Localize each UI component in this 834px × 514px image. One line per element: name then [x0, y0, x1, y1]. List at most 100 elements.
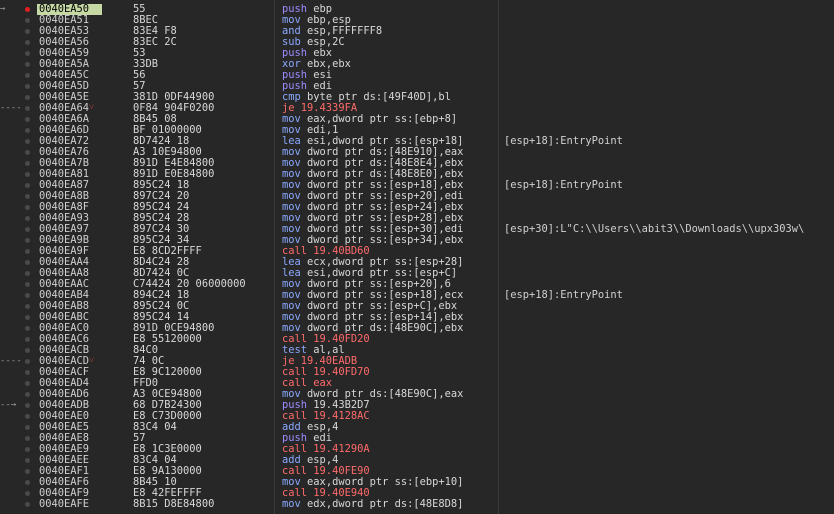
gutter[interactable] [0, 48, 36, 59]
disasm-row[interactable]: 0040EAE9 E8 1C3E0000 call 19.41290A [0, 444, 834, 455]
gutter[interactable] [0, 411, 36, 422]
breakpoint-dot-icon[interactable] [25, 117, 30, 122]
breakpoint-dot-icon[interactable] [25, 18, 30, 23]
gutter[interactable] [0, 92, 36, 103]
gutter[interactable] [0, 81, 36, 92]
breakpoint-dot-icon[interactable] [25, 425, 30, 430]
disasm-row[interactable]: 0040EAE5 83C4 04 add esp,4 [0, 422, 834, 433]
gutter[interactable] [0, 136, 36, 147]
gutter[interactable] [0, 422, 36, 433]
gutter[interactable] [0, 125, 36, 136]
gutter[interactable] [0, 213, 36, 224]
gutter[interactable] [0, 15, 36, 26]
gutter[interactable] [0, 26, 36, 37]
breakpoint-dot-icon[interactable] [25, 150, 30, 155]
disasm-row[interactable]: 0040EA56 83EC 2C sub esp,2C [0, 37, 834, 48]
disasm-row[interactable]: 0040EA5E 381D 0DF44900 cmp byte ptr ds:[49… [0, 92, 834, 103]
breakpoint-dot-icon[interactable] [25, 205, 30, 210]
gutter[interactable] [0, 70, 36, 81]
gutter[interactable] [0, 147, 36, 158]
disasm-row[interactable]: --→ 0040EADB 68 D7B24300 push 19.43B2D7 [0, 400, 834, 411]
disasm-row[interactable]: 0040EA51 8BEC mov ebp,esp [0, 15, 834, 26]
gutter[interactable]: ---- [0, 356, 36, 367]
gutter[interactable] [0, 389, 36, 400]
breakpoint-dot-icon[interactable] [25, 403, 30, 408]
breakpoint-dot-icon[interactable] [25, 469, 30, 474]
breakpoint-dot-icon[interactable] [25, 161, 30, 166]
breakpoint-dot-icon[interactable] [25, 293, 30, 298]
gutter[interactable] [0, 279, 36, 290]
gutter[interactable] [0, 224, 36, 235]
gutter[interactable] [0, 477, 36, 488]
comment-cell[interactable]: [esp+18]:EntryPoint [504, 180, 623, 191]
breakpoint-dot-icon[interactable] [25, 414, 30, 419]
breakpoint-dot-icon[interactable] [25, 73, 30, 78]
gutter[interactable] [0, 268, 36, 279]
gutter[interactable] [0, 257, 36, 268]
breakpoint-dot-icon[interactable] [25, 458, 30, 463]
disasm-row[interactable]: 0040EAEE 83C4 04 add esp,4 [0, 455, 834, 466]
gutter[interactable] [0, 158, 36, 169]
breakpoint-dot-icon[interactable] [25, 62, 30, 67]
disasm-row[interactable]: 0040EAC6 E8 55120000 call 19.40FD20 [0, 334, 834, 345]
breakpoint-dot-icon[interactable] [25, 436, 30, 441]
gutter[interactable] [0, 114, 36, 125]
disasm-row[interactable]: 0040EAE8 57 push edi [0, 433, 834, 444]
breakpoint-dot-icon[interactable] [25, 337, 30, 342]
gutter[interactable] [0, 37, 36, 48]
breakpoint-dot-icon[interactable] [25, 282, 30, 287]
disasm-row[interactable]: → 0040EA50 55 push ebp [0, 4, 834, 15]
disasm-row[interactable]: 0040EA53 83E4 F8 and esp,FFFFFFF8 [0, 26, 834, 37]
gutter[interactable]: → [0, 4, 36, 15]
breakpoint-dot-icon[interactable] [25, 271, 30, 276]
breakpoint-dot-icon[interactable] [25, 139, 30, 144]
breakpoint-dot-icon[interactable] [25, 480, 30, 485]
gutter[interactable]: --→ [0, 400, 36, 411]
instruction-cell[interactable]: mov edx,dword ptr ds:[48E8D8] [282, 499, 463, 510]
breakpoint-dot-icon[interactable] [25, 40, 30, 45]
breakpoint-dot-icon[interactable] [25, 128, 30, 133]
disasm-row[interactable]: 0040EA6A 8B45 08 mov eax,dword ptr ss:[ebp… [0, 114, 834, 125]
comment-cell[interactable]: [esp+30]:L"C:\\Users\\abit3\\Downloads\\… [504, 224, 804, 235]
breakpoint-dot-icon[interactable] [25, 381, 30, 386]
gutter[interactable]: ---- [0, 103, 36, 114]
gutter[interactable] [0, 367, 36, 378]
bytes-cell[interactable]: 8B15 D8E84800 [133, 499, 214, 510]
gutter[interactable] [0, 488, 36, 499]
gutter[interactable] [0, 191, 36, 202]
disasm-row[interactable]: 0040EAD6 A3 0CE94800 mov dword ptr ds:[48E… [0, 389, 834, 400]
breakpoint-dot-icon[interactable] [25, 249, 30, 254]
breakpoint-dot-icon[interactable] [25, 95, 30, 100]
gutter[interactable] [0, 235, 36, 246]
breakpoint-dot-icon[interactable] [25, 447, 30, 452]
gutter[interactable] [0, 334, 36, 345]
breakpoint-dot-icon[interactable] [25, 183, 30, 188]
disassembly-view[interactable]: → 0040EA50 55 push ebp 0040EA51 8BEC mov ebp,e… [0, 0, 834, 514]
gutter[interactable] [0, 180, 36, 191]
gutter[interactable] [0, 301, 36, 312]
breakpoint-dot-icon[interactable] [25, 51, 30, 56]
breakpoint-dot-icon[interactable] [25, 304, 30, 309]
breakpoint-dot-icon[interactable] [25, 502, 30, 507]
breakpoint-dot-icon[interactable] [25, 392, 30, 397]
comment-cell[interactable]: [esp+18]:EntryPoint [504, 290, 623, 301]
address-cell[interactable]: 0040EAFE [37, 499, 102, 510]
disasm-row[interactable]: ---- 0040EACD ˅ 74 0C je 19.40EADB [0, 356, 834, 367]
breakpoint-dot-icon[interactable] [25, 172, 30, 177]
disasm-row[interactable]: 0040EAF6 8B45 10 mov eax,dword ptr ss:[ebp… [0, 477, 834, 488]
disasm-row[interactable]: 0040EAFE 8B15 D8E84800 mov edx,dword ptr d… [0, 499, 834, 510]
breakpoint-dot-icon[interactable] [25, 260, 30, 265]
breakpoint-dot-icon[interactable] [25, 238, 30, 243]
breakpoint-dot-icon[interactable] [25, 491, 30, 496]
disasm-row[interactable]: 0040EA5C 56 push esi [0, 70, 834, 81]
gutter[interactable] [0, 444, 36, 455]
breakpoint-dot-icon[interactable] [25, 29, 30, 34]
gutter[interactable] [0, 312, 36, 323]
breakpoint-dot-icon[interactable] [25, 7, 30, 12]
disasm-row[interactable]: 0040EA5A 33DB xor ebx,ebx [0, 59, 834, 70]
breakpoint-dot-icon[interactable] [25, 227, 30, 232]
gutter[interactable] [0, 466, 36, 477]
disasm-row[interactable]: 0040EAC0 891D 0CE94800 mov dword ptr ds:[4… [0, 323, 834, 334]
gutter[interactable] [0, 345, 36, 356]
breakpoint-dot-icon[interactable] [25, 84, 30, 89]
